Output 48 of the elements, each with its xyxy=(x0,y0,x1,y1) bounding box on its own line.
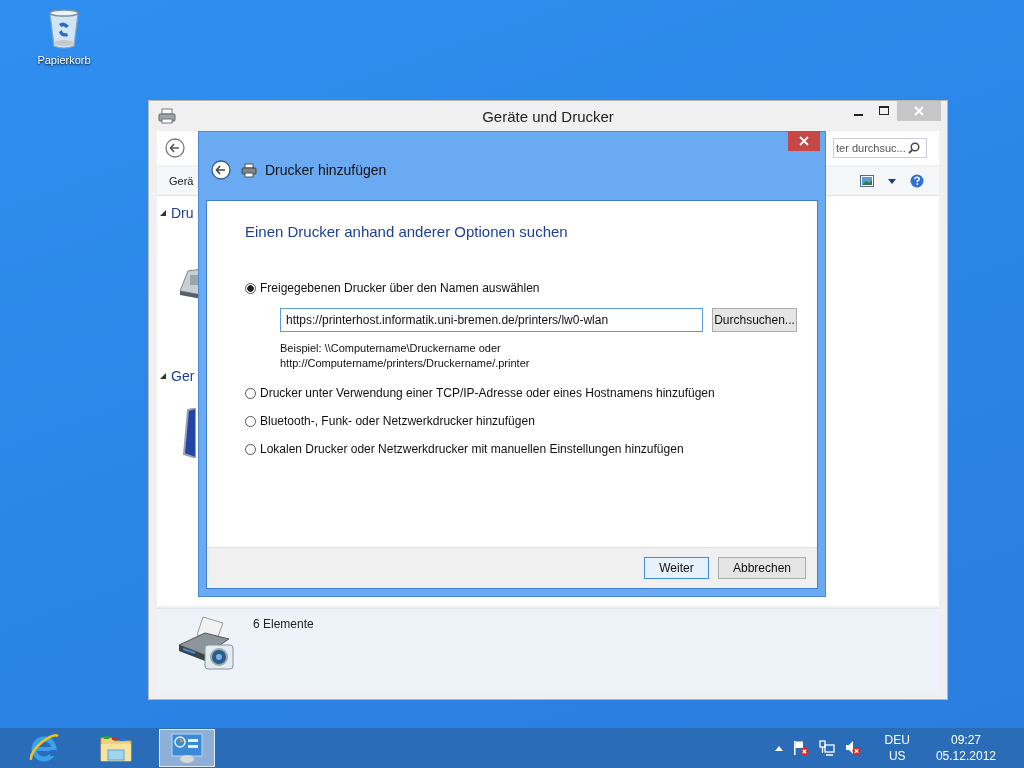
show-hidden-icons-icon[interactable] xyxy=(774,745,783,751)
radio-option[interactable]: Lokalen Drucker oder Netzwerkdrucker mit manuellen Einstellungen hinzufügen xyxy=(245,435,817,463)
printer-path-field[interactable]: https://printerhost.informatik.uni-bremen.de/printers/lw0-wlan xyxy=(280,308,703,332)
dialog-heading: Einen Drucker anhand anderer Optionen suchen xyxy=(245,223,569,240)
language-indicator[interactable]: DEU xyxy=(884,733,910,747)
keyboard-layout-indicator[interactable]: US xyxy=(888,749,906,763)
maximize-icon xyxy=(879,106,889,116)
toolbar-item[interactable]: Gerä xyxy=(169,175,194,187)
globe-ring-icon xyxy=(28,732,60,764)
speaker-muted-icon[interactable] xyxy=(844,740,861,756)
window-title: Geräte und Drucker xyxy=(482,107,614,125)
radio-option[interactable]: Drucker unter Verwendung einer TCP/IP-Adresse oder eines Hostnamens hinzufügen xyxy=(245,379,817,407)
browse-button[interactable]: Durchsuchen... xyxy=(712,308,797,332)
minimize-icon xyxy=(853,113,863,116)
dialog-button[interactable]: Abbrechen xyxy=(717,557,806,579)
group-header[interactable]: Ger xyxy=(171,368,195,384)
control-panel-icon xyxy=(170,732,204,764)
back-icon[interactable] xyxy=(165,138,185,158)
network-icon[interactable] xyxy=(818,740,835,756)
close-icon xyxy=(799,136,809,146)
monitor-icon xyxy=(182,408,196,458)
example-text: http://Computername/printers/Druckername/.printer xyxy=(280,356,531,371)
help-icon[interactable] xyxy=(910,174,924,188)
clock-time[interactable]: 09:27 xyxy=(950,733,981,747)
example-text: Beispiel: \\Computername\Druckername oder xyxy=(280,341,502,356)
collapse-caret-icon[interactable] xyxy=(160,373,166,379)
dialog-title: Drucker hinzufügen xyxy=(265,162,387,178)
dropdown-caret-icon[interactable] xyxy=(888,178,896,184)
radio-option[interactable]: Bluetooth-, Funk- oder Netzwerkdrucker hinzufügen xyxy=(245,407,817,435)
clock-date[interactable]: 05.12.2012 xyxy=(935,749,996,763)
folder-icon xyxy=(100,733,132,763)
printer-icon xyxy=(241,162,257,178)
close-button[interactable] xyxy=(788,131,820,151)
close-icon xyxy=(914,106,924,116)
group-header[interactable]: Dru xyxy=(171,205,194,221)
collapse-caret-icon[interactable] xyxy=(160,210,166,216)
radio-button[interactable] xyxy=(245,282,256,294)
printer-icon xyxy=(158,108,176,124)
radio-option[interactable]: Freigegebenen Drucker über den Namen auswählen xyxy=(245,274,817,302)
dialog-button[interactable]: Weiter xyxy=(643,557,709,579)
taskbar-button[interactable] xyxy=(159,729,215,767)
recycle-bin-icon[interactable] xyxy=(47,8,81,50)
search-field[interactable]: ter durchsuc... xyxy=(833,138,927,158)
search-icon xyxy=(908,142,920,154)
view-icon[interactable] xyxy=(860,175,874,187)
item-count: 6 Elemente xyxy=(253,617,314,631)
flag-warning-icon[interactable] xyxy=(792,740,809,756)
back-icon[interactable] xyxy=(211,160,231,180)
